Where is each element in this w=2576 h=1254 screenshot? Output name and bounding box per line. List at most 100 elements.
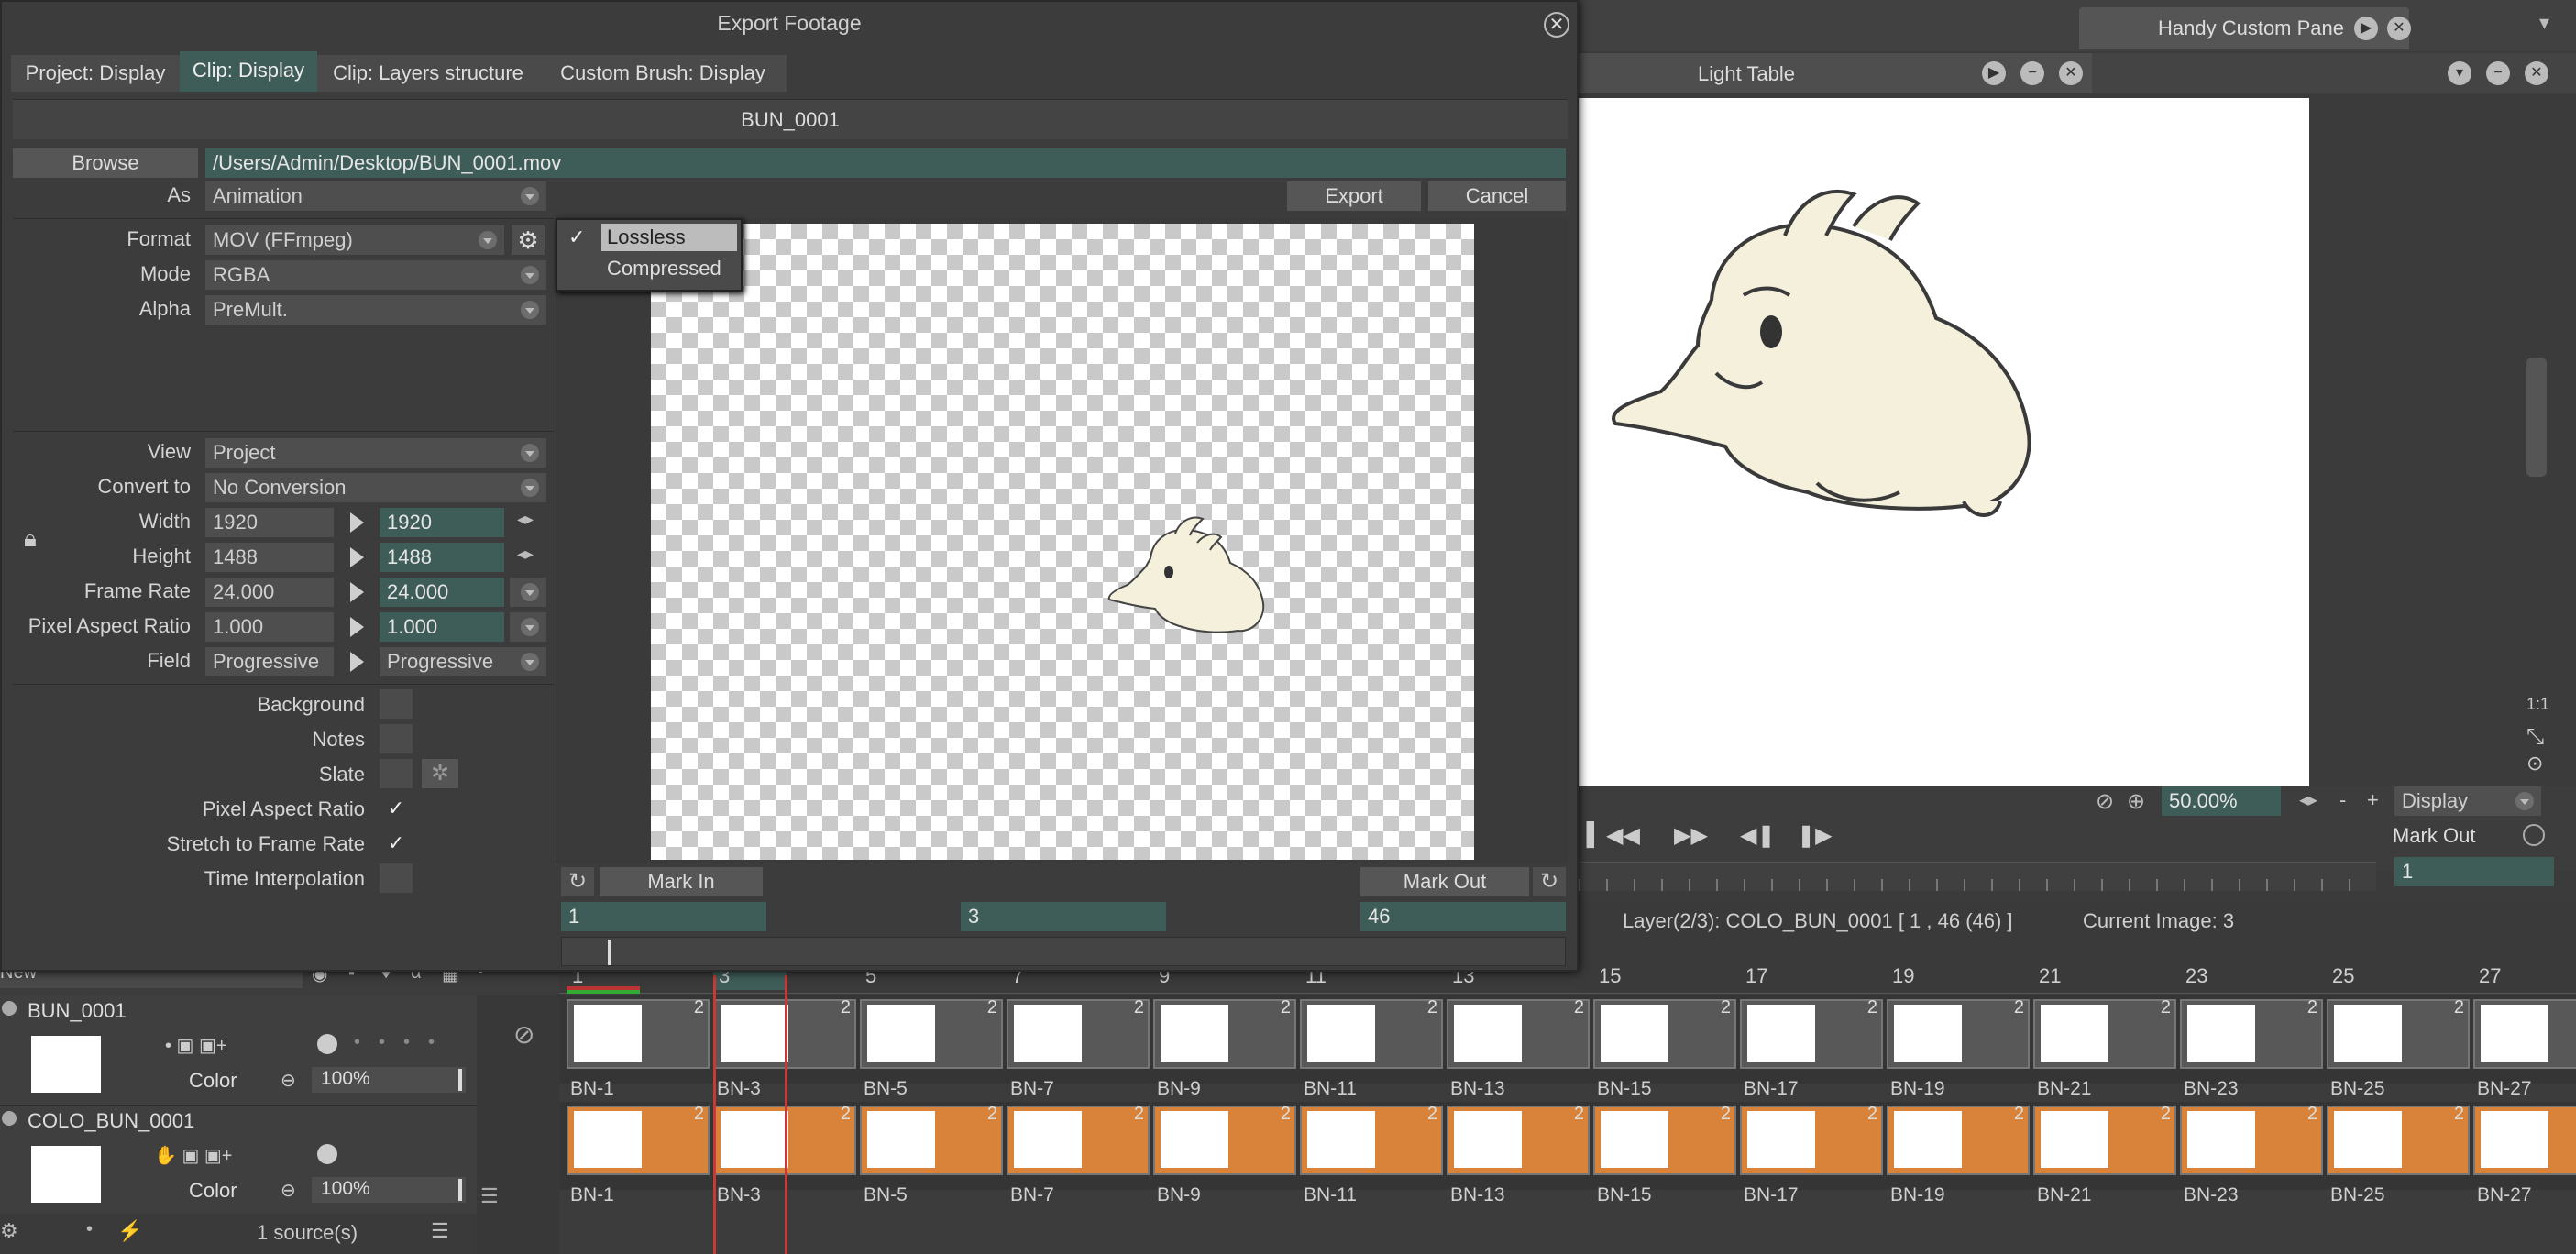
viewer-frame-field[interactable]: 1 [2394,857,2554,886]
notes-checkbox[interactable] [380,724,413,754]
cell-bun[interactable]: 2 [1007,997,1150,1069]
mark-out-field[interactable]: 46 [1360,902,1566,931]
collapse-icon[interactable] [2,1111,17,1126]
tab-custom-brush[interactable]: Custom Brush: Display [539,55,787,92]
viewer-canvas[interactable] [1579,98,2309,786]
cell-colo[interactable]: 2 [2180,1104,2323,1175]
cell-bun[interactable]: 2 [1887,997,2030,1069]
compare-icon[interactable]: ⊘ [2096,788,2114,815]
timeline-splitter[interactable]: ⊘ ☰ [477,996,559,1254]
cell-colo[interactable]: 2 [1740,1104,1883,1175]
menu-icon[interactable]: ☰ [480,1184,499,1208]
framerate-target-field[interactable]: 24.000 [380,578,504,607]
alpha-select[interactable]: PreMult. [205,295,546,324]
mode-select[interactable]: RGBA [205,260,546,290]
field-source-field[interactable]: Progressive [205,647,334,676]
par-dropdown[interactable] [510,612,546,642]
play-icon[interactable]: ▶ [2354,16,2378,40]
copy-arrow-icon[interactable] [350,582,364,602]
cell-colo[interactable]: 2 [1593,1104,1736,1175]
field-target-select[interactable]: Progressive [380,647,546,676]
preview-canvas[interactable] [651,224,1474,860]
compression-option-lossless[interactable]: Lossless [601,224,737,251]
background-checkbox[interactable] [380,689,413,719]
playhead-line[interactable] [713,975,716,1254]
list-icon[interactable]: ☰ [431,1219,449,1243]
collapse-icon[interactable] [2,1001,17,1016]
cell-bun[interactable]: 2 [2473,999,2576,1069]
export-button[interactable]: Export [1287,182,1421,211]
cell-colo[interactable]: 2 [1007,1104,1150,1175]
current-frame-field[interactable]: 3 [961,902,1166,931]
layer-header-bun[interactable]: BUN_0001 • ▣ ▣+ •••• Color ⊖ 100% [0,996,477,1106]
framerate-dropdown[interactable] [510,578,546,607]
stretch-checkbox-checked[interactable]: ✓ [380,829,413,858]
cell-bun[interactable]: 2 [567,997,710,1069]
chevron-down-icon[interactable]: ▾ [2539,11,2567,38]
prev-mark-icon[interactable]: ▐ [1579,822,1594,848]
view-select[interactable]: Project [205,438,546,468]
cancel-button[interactable]: Cancel [1428,182,1566,211]
copy-arrow-icon[interactable] [350,652,364,672]
viewer-scrollbar[interactable] [2526,358,2547,477]
cell-bun[interactable]: 2 [2033,997,2176,1069]
tab-clip-layers[interactable]: Clip: Layers structure [321,55,535,92]
prev-frame-icon[interactable]: ◀❚ [1740,822,1776,849]
reset-mark-out-icon[interactable]: ↻ [1533,867,1566,896]
opacity-slider[interactable]: 100% [312,1177,466,1203]
center-icon[interactable]: ⊕ [2127,788,2145,815]
cell-colo[interactable]: 2 [2033,1104,2176,1175]
zoom-plus-button[interactable]: + [2367,788,2379,812]
viewer-mark-out-label[interactable]: Mark Out [2393,824,2475,848]
cell-bun[interactable]: 2 [2327,997,2470,1069]
height-target-field[interactable]: 1488 [380,543,504,572]
width-source-field[interactable]: 1920 [205,508,334,537]
path-field[interactable]: /Users/Admin/Desktop/BUN_0001.mov [205,148,1566,178]
visibility-dot-icon[interactable] [317,1034,337,1054]
convert-select[interactable]: No Conversion [205,473,546,502]
as-select[interactable]: Animation [205,182,546,211]
opacity-slider[interactable]: 100% [312,1067,466,1093]
cell-bun[interactable]: 2 [1740,997,1883,1069]
prev-key-icon[interactable]: ◀◀ [1606,822,1640,849]
mark-in-field[interactable]: 1 [561,902,766,931]
slate-settings-icon[interactable]: ✲ [422,759,458,788]
cell-colo[interactable]: 2 [860,1104,1003,1175]
fit-ratio-label[interactable]: 1:1 [2526,695,2549,714]
zoom-arrows-icon[interactable]: ◂▸ [2299,788,2317,811]
format-settings-gear-icon[interactable]: ⚙ [512,226,545,255]
format-select[interactable]: MOV (FFmpeg) [205,226,504,255]
no-entry-icon[interactable]: ⊘ [513,1019,534,1050]
cell-colo[interactable]: 2 [1447,1104,1590,1175]
cell-bun[interactable]: 2 [1593,997,1736,1069]
next-key-icon[interactable]: ▶▶ [1674,822,1708,849]
close-icon[interactable]: ✕ [2525,61,2548,85]
height-source-field[interactable]: 1488 [205,543,334,572]
cell-colo[interactable]: 2 [1300,1104,1443,1175]
cell-colo[interactable]: 2 [2473,1106,2576,1175]
close-icon[interactable]: ✕ [2059,61,2083,85]
handy-pane-tab[interactable]: Handy Custom Pane ▶ ✕ [2079,7,2411,50]
mark-out-indicator-icon[interactable] [2523,824,2545,846]
cell-bun[interactable]: 2 [2180,997,2323,1069]
copy-arrow-icon[interactable] [350,547,364,567]
visibility-dot-icon[interactable] [317,1144,337,1164]
lightning-icon[interactable]: ⚡ [117,1219,142,1243]
tab-clip-display[interactable]: Clip: Display [180,51,317,92]
par-target-field[interactable]: 1.000 [380,612,504,642]
opacity-minus-icon[interactable]: ⊖ [281,1179,296,1202]
opacity-minus-icon[interactable]: ⊖ [281,1069,296,1092]
next-frame-icon[interactable]: ❚▶ [1797,822,1833,849]
compression-option-compressed[interactable]: Compressed [601,255,737,282]
cell-bun[interactable]: 2 [1447,997,1590,1069]
interp-checkbox[interactable] [380,864,413,893]
mark-in-button[interactable]: Mark In [600,867,763,896]
cell-colo[interactable]: 2 [2327,1104,2470,1175]
reset-mark-in-icon[interactable]: ↻ [561,867,594,896]
tab-project-display[interactable]: Project: Display [11,55,180,92]
par-checkbox-checked[interactable]: ✓ [380,794,413,823]
frame-scrub-slider[interactable] [561,937,1566,966]
par-source-field[interactable]: 1.000 [205,612,334,642]
chevron-down-icon[interactable]: ▾ [2448,61,2471,85]
cell-colo[interactable]: 2 [1153,1104,1296,1175]
